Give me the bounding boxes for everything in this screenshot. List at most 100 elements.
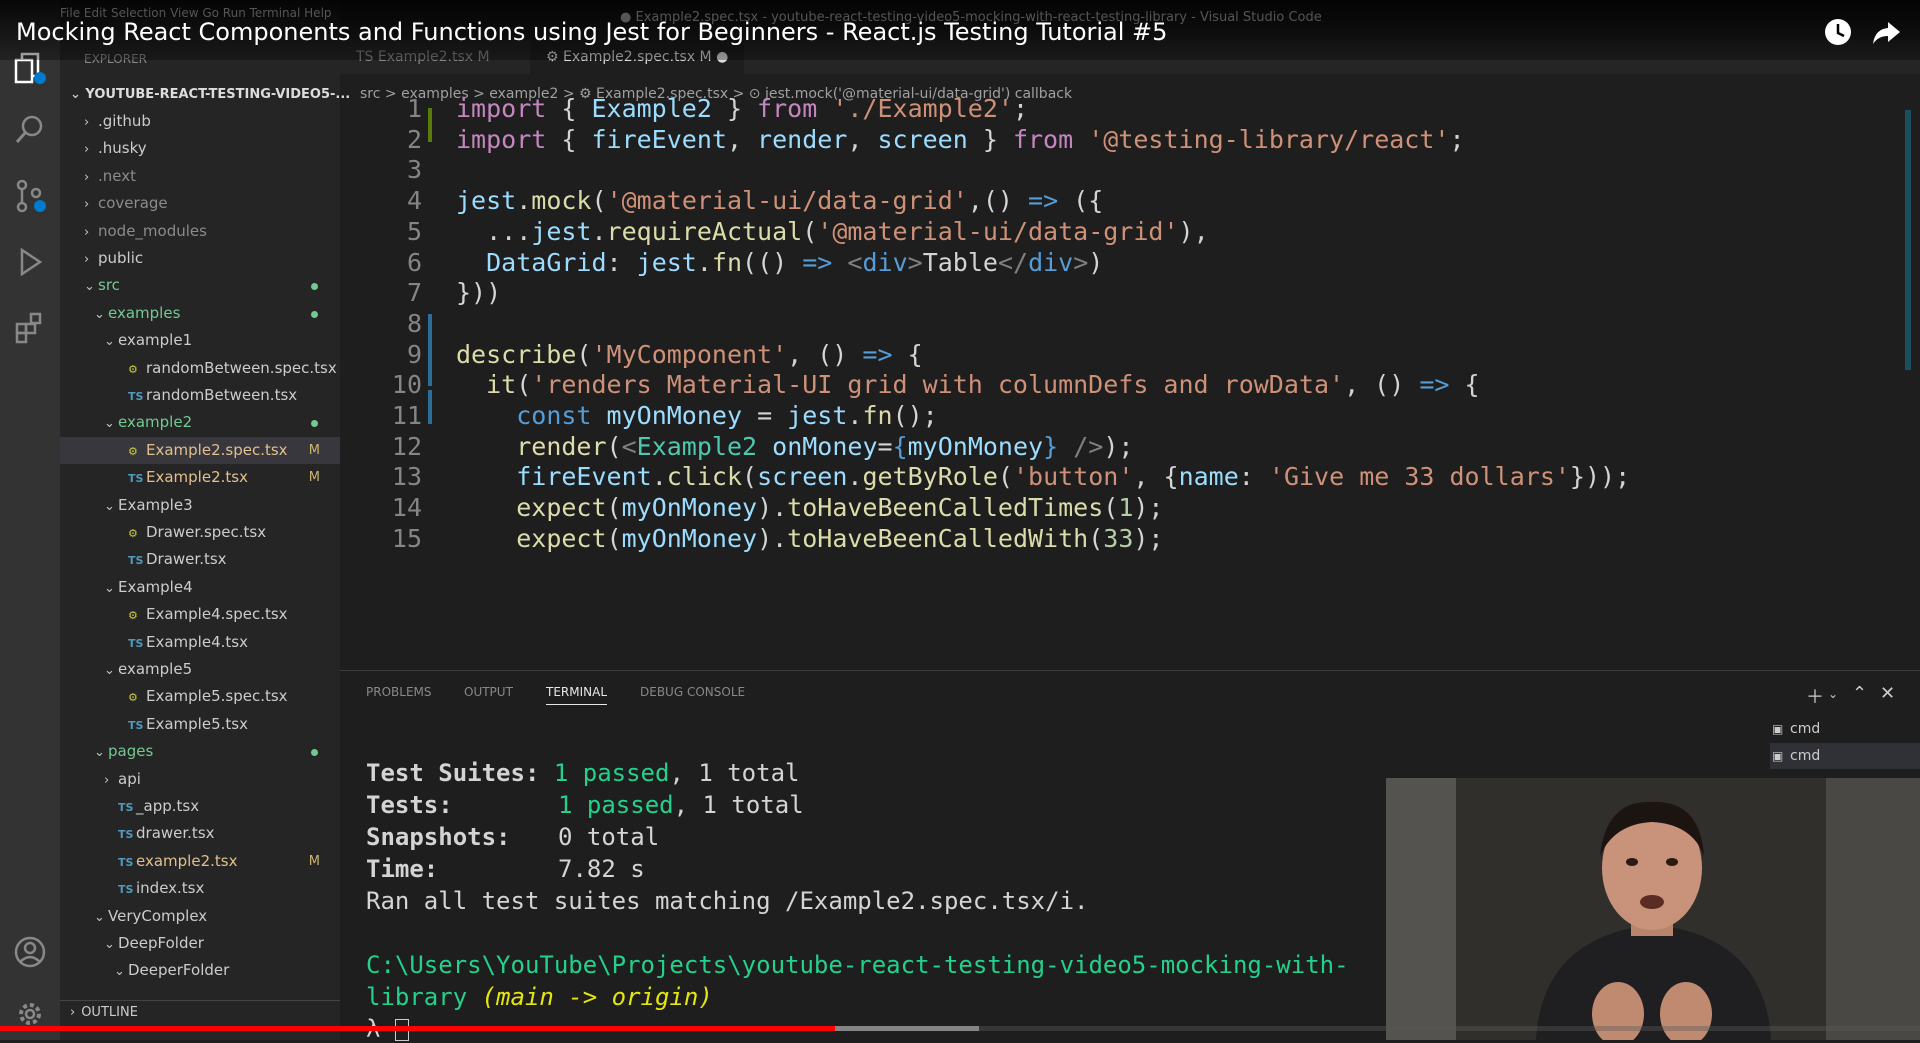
tree-item[interactable]: ⌄ pages <box>60 738 340 765</box>
tab-terminal[interactable]: TERMINAL <box>546 685 608 705</box>
typescript-file-icon: TS <box>128 718 144 732</box>
chevron-icon: › <box>84 142 90 158</box>
terminal-name: cmd <box>1790 721 1821 737</box>
terminal-line-time: Time: 7.82 s <box>366 855 645 883</box>
tree-item[interactable]: TS _app.tsx <box>60 793 340 820</box>
source-control-icon[interactable] <box>12 178 48 214</box>
code-token: , <box>726 124 758 154</box>
tree-item[interactable]: ⌄ Example3 <box>60 492 340 519</box>
tree-item[interactable]: TS index.tsx <box>60 875 340 902</box>
new-terminal-icon[interactable]: ＋ <box>1806 683 1824 709</box>
code-token: getByRole <box>862 462 998 492</box>
watch-later-clock-icon[interactable] <box>1822 16 1854 48</box>
code-line[interactable]: 15 expect(myOnMoney).toHaveBeenCalledWit… <box>340 520 1900 557</box>
code-token: ); <box>1103 431 1134 461</box>
video-progress-bar[interactable] <box>0 1026 1920 1031</box>
code-token: toHaveBeenCalledTimes <box>787 493 1104 523</box>
test-file-gear-icon: ⚙ <box>128 691 138 705</box>
tree-item[interactable]: TS Drawer.tsx <box>60 546 340 573</box>
account-icon[interactable] <box>12 934 48 970</box>
tree-item[interactable]: ⌄ example5 <box>60 656 340 683</box>
tree-item[interactable]: ⌄ src <box>60 272 340 299</box>
tree-item-label: Example4.spec.tsx <box>146 605 288 624</box>
code-token: ( <box>606 493 622 523</box>
search-icon[interactable] <box>12 112 48 148</box>
tree-item[interactable]: TS drawer.tsx <box>60 820 340 847</box>
tree-item[interactable]: ⌄ DeeperFolder <box>60 957 340 984</box>
tree-item[interactable]: TS Example4.tsx <box>60 629 340 656</box>
code-editor[interactable]: 1 import { Example2 } from './Example2'; 2… <box>340 94 1920 670</box>
tree-item[interactable]: ⌄ VeryComplex <box>60 903 340 930</box>
code-token: ({ <box>1058 186 1104 216</box>
tree-item[interactable]: ⚙ Drawer.spec.tsx <box>60 519 340 546</box>
extensions-icon[interactable] <box>12 310 48 346</box>
video-played-bar <box>0 1026 836 1031</box>
workspace-root[interactable]: ⌄ YOUTUBE-REACT-TESTING-VIDEO5-... <box>70 87 350 102</box>
tree-item[interactable]: ⚙ Example2.spec.tsx M <box>60 436 340 464</box>
terminal-list-item[interactable]: ▣ cmd <box>1770 716 1920 742</box>
code-token: > <box>1073 247 1089 277</box>
run-debug-icon[interactable] <box>12 244 48 280</box>
tree-item[interactable]: TS randomBetween.tsx <box>60 382 340 409</box>
code-token: '@material-ui/data-grid' <box>817 216 1179 246</box>
code-token: { <box>546 124 592 154</box>
modified-badge: M <box>308 853 320 869</box>
tree-item[interactable]: › .next <box>60 163 340 190</box>
code-token: ( <box>1088 523 1104 553</box>
code-token: screen <box>877 124 968 154</box>
tab-debug-console[interactable]: DEBUG CONSOLE <box>640 685 745 699</box>
maximize-panel-icon[interactable]: ⌃ <box>1852 683 1867 704</box>
tree-item[interactable]: ⚙ Example4.spec.tsx <box>60 601 340 628</box>
share-arrow-icon[interactable] <box>1870 16 1902 48</box>
tree-item-label: Drawer.spec.tsx <box>146 523 267 541</box>
video-title[interactable]: Mocking React Components and Functions u… <box>16 18 1167 46</box>
tree-item[interactable]: › .husky <box>60 135 340 162</box>
code-token: { <box>892 339 923 369</box>
tree-item[interactable]: TS Example5.tsx <box>60 711 340 738</box>
code-token: from <box>1012 124 1074 154</box>
typescript-file-icon: TS <box>118 828 134 842</box>
tab-output[interactable]: OUTPUT <box>464 685 513 699</box>
code-token: ). <box>757 523 788 553</box>
tree-item[interactable]: › public <box>60 245 340 272</box>
presenter-image <box>1386 778 1920 1040</box>
tree-item[interactable]: ⌄ Example4 <box>60 574 340 601</box>
typescript-file-icon: TS <box>128 390 144 403</box>
close-panel-icon[interactable]: ✕ <box>1880 683 1895 704</box>
tree-item[interactable]: TS Example2.tsx M <box>60 464 340 491</box>
outline-section[interactable]: › OUTLINE <box>60 1000 340 1025</box>
editor-scrollbar[interactable] <box>1905 110 1911 370</box>
code-token: 33 <box>1103 523 1134 553</box>
tree-item[interactable]: TS example2.tsx M <box>60 848 340 875</box>
chevron-down-icon[interactable]: ⌄ <box>1828 687 1838 701</box>
code-token: mock <box>531 186 592 216</box>
code-token: . <box>696 247 712 277</box>
tree-item[interactable]: › coverage <box>60 190 340 217</box>
terminal-line-tests: Tests: 1 passed, 1 total <box>366 791 804 819</box>
tree-item[interactable]: ⌄ example2 <box>60 409 340 436</box>
code-token: < <box>621 431 637 461</box>
code-token: , { <box>1133 462 1179 492</box>
tree-item[interactable]: › .github <box>60 108 340 135</box>
tree-item[interactable]: ⚙ Example5.spec.tsx <box>60 683 340 710</box>
tree-item[interactable]: ⌄ DeepFolder <box>60 930 340 957</box>
tree-item[interactable]: ⌄ examples <box>60 300 340 327</box>
terminal-list-item[interactable]: ▣ cmd <box>1770 743 1920 769</box>
code-token: ( <box>606 523 622 553</box>
code-token: = <box>742 401 788 430</box>
tree-item[interactable]: ⚙ randomBetween.spec.tsx <box>60 355 340 382</box>
chevron-icon: ⌄ <box>114 964 125 980</box>
tree-item[interactable]: › node_modules <box>60 218 340 245</box>
code-token: ). <box>757 493 788 523</box>
tree-item[interactable]: ⌄ example1 <box>60 327 340 354</box>
tree-item[interactable]: › api <box>60 766 340 793</box>
chevron-icon: ⌄ <box>84 279 95 295</box>
tab-problems[interactable]: PROBLEMS <box>366 685 432 699</box>
code-token: 'button' <box>1012 462 1134 492</box>
test-file-gear-icon: ⚙ <box>128 609 138 623</box>
code-token: ; <box>1012 94 1029 123</box>
terminal-icon: ▣ <box>1772 749 1784 763</box>
chevron-icon: ⌄ <box>94 745 105 761</box>
workspace-root-label: YOUTUBE-REACT-TESTING-VIDEO5-... <box>85 87 351 102</box>
code-token: ( <box>591 186 607 216</box>
